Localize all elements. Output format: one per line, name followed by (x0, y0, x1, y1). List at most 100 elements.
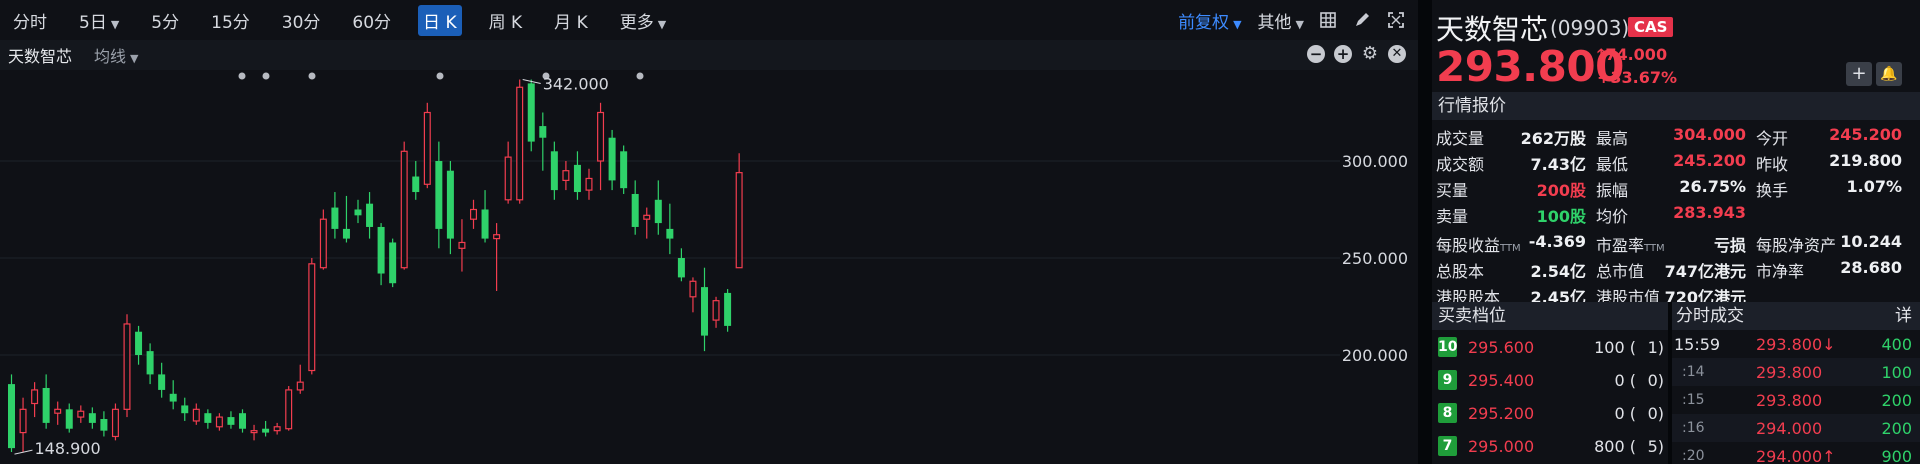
candle-body (342, 228, 350, 239)
candle-body (204, 413, 212, 423)
candle-body (597, 111, 605, 162)
candle-body (308, 263, 316, 372)
trade-volume: 200 (1881, 419, 1912, 438)
candle-body (654, 199, 662, 224)
candle-body (527, 83, 535, 142)
candlestick-chart[interactable]: 300.000 250.000 200.000 342.000 148.900 (0, 70, 1418, 464)
candle-body (319, 218, 327, 269)
timeframe-tab[interactable]: 日 K (418, 4, 462, 36)
candle-body (458, 241, 466, 249)
event-dot (262, 72, 270, 80)
order-price: 295.200 (1468, 404, 1535, 423)
y-tick-label: 200.000 (1342, 346, 1408, 365)
alert-bell-icon[interactable]: 🔔 (1876, 62, 1902, 86)
level-badge: 10 (1438, 337, 1458, 357)
candle-body (585, 177, 593, 191)
chevron-down-icon: ▼ (110, 17, 120, 31)
order-volume: 0 ( (1614, 371, 1636, 390)
candle-body (88, 413, 96, 423)
order-volume: 100 ( (1594, 338, 1636, 357)
candle-body (239, 413, 246, 429)
candle-body (111, 408, 119, 438)
zoom-in-icon[interactable]: + (1334, 45, 1352, 63)
candle-body (400, 150, 408, 269)
candle-body (273, 426, 281, 432)
settings-icon[interactable]: ⚙ (1361, 45, 1379, 63)
trade-volume: 900 (1881, 447, 1912, 464)
chevron-down-icon: ▼ (1295, 17, 1304, 31)
quote-value: 245.200 (1829, 125, 1902, 144)
timeframe-label: 5日 (79, 12, 107, 33)
orderbook-row[interactable]: 10 295.600 100 (1) (1432, 331, 1668, 364)
candle-body (412, 176, 420, 193)
timeframe-tab[interactable]: 5分 (146, 5, 184, 36)
quote-value: 10.244 (1840, 232, 1902, 251)
toolbar-right: 前复权 ▼ 其他 ▼ (1162, 0, 1406, 40)
zoom-out-icon[interactable]: − (1307, 45, 1325, 63)
trade-price: 294.000↑ (1756, 447, 1836, 464)
pen-icon[interactable] (1352, 10, 1372, 30)
quote-label-text: 成交量 (1436, 129, 1485, 148)
timeframe-tab[interactable]: 15分 (206, 5, 255, 36)
quote-value: 26.75% (1679, 177, 1746, 196)
candle-body (377, 226, 385, 274)
timeframe-tab[interactable]: 月 K (549, 5, 593, 36)
candle-body (423, 111, 431, 185)
timeframe-tab[interactable]: 更多 ▼ (615, 5, 671, 36)
quote-label: 市净率 (1756, 258, 1804, 282)
candle-body (158, 374, 166, 390)
trade-price: 293.800↓ (1756, 335, 1836, 354)
candle-body (331, 207, 339, 229)
quote-value: 1.07% (1846, 177, 1902, 196)
quote-row: 总股本 2.54亿 总市值 747亿港元 市净率 28.680 (1432, 255, 1920, 281)
grid-icon[interactable] (1318, 10, 1338, 30)
orderbook-row[interactable]: 7 295.000 800 (5) (1432, 430, 1668, 463)
candle-body (712, 300, 720, 321)
event-dot (436, 72, 444, 80)
candle-body (446, 170, 454, 239)
timeframe-tab[interactable]: 30分 (277, 5, 326, 36)
adjust-dropdown[interactable]: 前复权 ▼ (1178, 8, 1241, 33)
chevron-down-icon: ▼ (1233, 17, 1242, 31)
candle-body (19, 408, 27, 434)
candle-body (181, 405, 189, 414)
quote-value: 262万股 (1520, 129, 1586, 148)
y-tick-label: 250.000 (1342, 249, 1408, 268)
ma-dropdown[interactable]: 均线 ▼ (94, 43, 138, 67)
timeframe-tab[interactable]: 5日 ▼ (74, 5, 124, 36)
quote-label-text: 买量 (1436, 181, 1469, 200)
timeframe-tab[interactable]: 分时 (8, 5, 52, 36)
candle-body (550, 151, 558, 191)
trade-price: 293.800 (1756, 363, 1823, 382)
timeframe-tab[interactable]: 周 K (484, 5, 528, 36)
orderbook-row[interactable]: 9 295.400 0 (0) (1432, 364, 1668, 397)
close-icon[interactable]: ✕ (1388, 45, 1406, 63)
timeframe-label: 月 K (554, 12, 588, 33)
order-price: 295.000 (1468, 437, 1535, 456)
order-count: 0) (1647, 404, 1664, 423)
trade-row: :16 294.000 200 (1672, 414, 1920, 442)
chevron-down-icon: ▼ (130, 52, 139, 65)
price-change: 🡑74.000 (1597, 44, 1667, 71)
other-dropdown[interactable]: 其他 ▼ (1258, 8, 1304, 33)
chart-controls: − + ⚙ ✕ (1298, 45, 1406, 63)
candle-body (631, 193, 639, 227)
quote-row: 成交额 7.43亿 最低 245.200 昨收 219.800 (1432, 148, 1920, 174)
quote-label-text: 每股收益 (1436, 236, 1501, 255)
quote-row: 卖量 100股 均价 283.943 (1432, 200, 1920, 226)
trade-volume: 100 (1881, 363, 1912, 382)
timeframe-tab[interactable]: 60分 (347, 5, 396, 36)
timesales-detail-button[interactable]: 详 (1895, 302, 1912, 330)
quote-value: 100股 (1536, 207, 1586, 226)
orderbook-row[interactable]: 8 295.200 0 (0) (1432, 397, 1668, 430)
ttm-suffix: TTM (1644, 243, 1665, 254)
timeframe-label: 5分 (151, 12, 180, 33)
quote-label-text: 卖量 (1436, 207, 1469, 226)
add-watchlist-button[interactable]: + (1846, 62, 1872, 86)
candle-body (215, 416, 223, 428)
fullscreen-icon[interactable] (1386, 10, 1406, 30)
candle-body (285, 389, 293, 430)
candle-body (227, 417, 235, 425)
candle-body (608, 137, 616, 181)
quote-value: 304.000 (1673, 125, 1746, 144)
